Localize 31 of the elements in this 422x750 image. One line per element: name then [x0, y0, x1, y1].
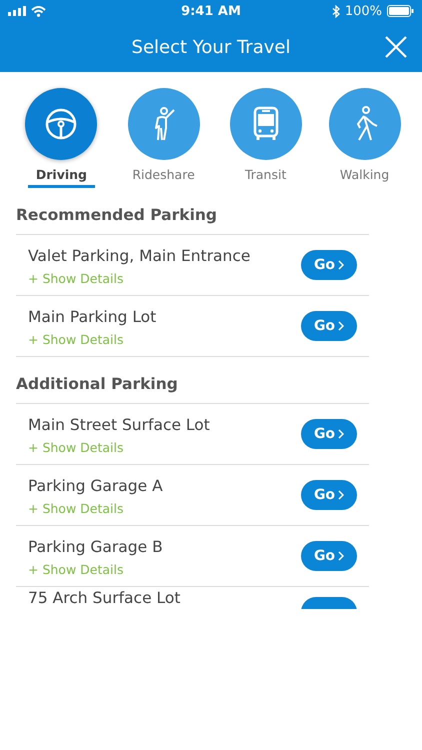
screen-title: Select Your Travel	[132, 36, 290, 58]
go-button[interactable]: Go	[301, 541, 357, 571]
show-details-link[interactable]: + Show Details	[28, 270, 124, 286]
section-heading: Additional Parking	[15, 374, 179, 395]
section-heading: Recommended Parking	[15, 205, 218, 226]
parking-name: Valet Parking, Main Entrance	[28, 246, 250, 264]
go-button[interactable]: Go	[301, 480, 357, 510]
bluetooth-icon	[332, 4, 340, 18]
wifi-icon	[31, 6, 46, 16]
chevron-icon	[338, 490, 344, 500]
battery-percent: 100%	[344, 4, 382, 18]
parking-name: 75 Arch Surface Lot	[28, 589, 180, 607]
show-details-link[interactable]: + Show Details	[28, 332, 124, 346]
parking-name: Main Street Surface Lot	[28, 416, 210, 434]
go-button[interactable]: Go	[301, 311, 357, 341]
close-button[interactable]	[384, 35, 408, 59]
parking-name: Parking Garage A	[28, 476, 163, 494]
show-details-link[interactable]: + Show Details	[28, 440, 124, 454]
chevron-icon	[338, 321, 344, 331]
show-details-link[interactable]: + Show Details	[28, 500, 124, 516]
battery-icon	[386, 5, 414, 17]
go-button[interactable]: Go	[301, 419, 357, 449]
chevron-icon	[338, 551, 344, 561]
status-time: 9:41 AM	[181, 4, 241, 18]
signal-icon	[8, 6, 26, 16]
show-details-link[interactable]: + Show Details	[28, 562, 124, 576]
parking-name: Parking Garage B	[28, 538, 163, 556]
parking-name: Main Parking Lot	[28, 308, 156, 326]
go-button[interactable]: Go	[301, 250, 357, 280]
chevron-icon	[338, 260, 344, 270]
chevron-icon	[338, 429, 344, 439]
